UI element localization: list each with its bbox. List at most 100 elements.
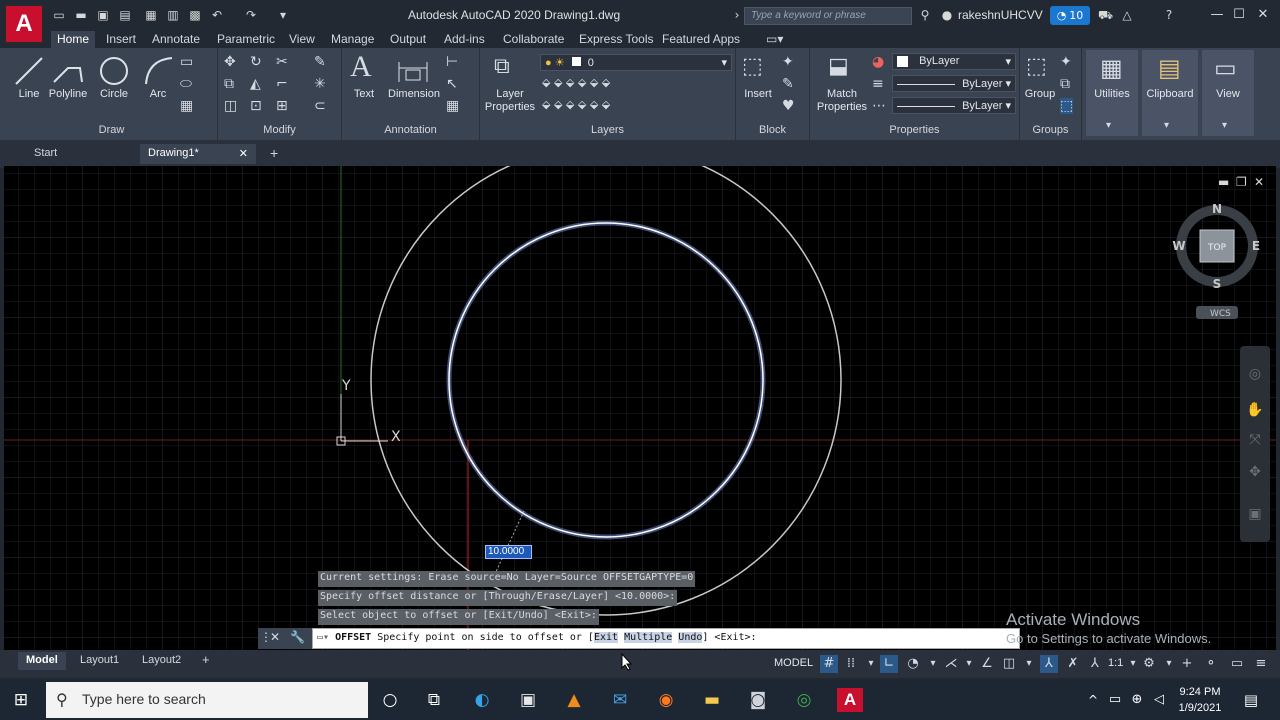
save-as-icon[interactable]: ▤ [118, 8, 132, 22]
edit-block-icon[interactable]: ✎ [782, 76, 794, 92]
layers-panel-title[interactable]: Layers [480, 124, 735, 136]
chevron-down-icon[interactable]: ▾ [1160, 655, 1178, 673]
firefox-icon[interactable]: ◉ [653, 688, 679, 712]
tab-parametric[interactable]: Parametric [211, 31, 281, 48]
layer-properties-icon[interactable]: ⧉ [494, 54, 510, 79]
block-panel-title[interactable]: Block [736, 124, 809, 136]
clean-screen-icon[interactable]: ▭ [1228, 655, 1246, 673]
autocad-taskbar-icon[interactable]: A [837, 688, 863, 712]
cart-icon[interactable]: ⛟ [1098, 8, 1113, 22]
ellipse-icon[interactable]: ⬭ [180, 76, 192, 92]
ortho-icon[interactable]: ∟ [880, 655, 898, 673]
binoculars-icon[interactable]: ⚲ [918, 8, 932, 22]
chevron-down-icon[interactable]: ▾ [960, 655, 978, 673]
modify-panel-title[interactable]: Modify [218, 124, 341, 136]
trim-icon[interactable]: ✂ [276, 54, 288, 70]
dimension-tool-icon[interactable] [396, 56, 430, 84]
minimize-icon[interactable]: — [1208, 6, 1226, 24]
tab-express-tools[interactable]: Express Tools [573, 31, 659, 48]
new-file-icon[interactable]: ▭ [52, 8, 66, 22]
task-view-icon[interactable]: ⧉ [421, 688, 447, 712]
chevron-down-icon[interactable]: ▾ [1020, 655, 1038, 673]
fillet-icon[interactable]: ⌐ [276, 76, 288, 92]
polyline-tool-icon[interactable] [50, 54, 86, 88]
arc-tool-icon[interactable] [142, 54, 174, 88]
maximize-icon[interactable]: ☐ [1230, 6, 1248, 24]
new-tab-plus-icon[interactable]: + [262, 144, 286, 164]
edge-icon[interactable]: ◐ [469, 688, 495, 712]
arc-label[interactable]: Arc [138, 88, 178, 100]
snap-icon[interactable]: ⁞⁞ [842, 655, 860, 673]
polar-tracking-icon[interactable]: ◔ [904, 655, 922, 673]
tab-home[interactable]: Home [51, 31, 96, 48]
layout1-tab[interactable]: Layout1 [72, 652, 127, 670]
help-search-input[interactable]: Type a keyword or phrase [744, 7, 912, 25]
add-layout-plus-icon[interactable]: + [194, 652, 218, 670]
option-undo[interactable]: Undo [678, 632, 703, 643]
annotation-scale-icon[interactable]: ⅄ [1086, 655, 1104, 673]
volume-icon[interactable]: ◁ [1146, 688, 1172, 712]
navigation-bar[interactable]: ◎ ✋ ⤧ ✥ ▣ [1240, 346, 1270, 542]
line-tool-icon[interactable] [12, 54, 46, 88]
model-space-toggle[interactable]: MODEL [774, 657, 813, 669]
linetype-dropdown[interactable]: ByLayer ▾ [892, 75, 1016, 92]
tab-view[interactable]: View [283, 31, 321, 48]
customization-menu-icon[interactable]: ≡ [1252, 655, 1270, 673]
ribbon-toggle-icon[interactable]: ▭▾ [760, 31, 789, 48]
rotate-icon[interactable]: ↻ [250, 54, 262, 70]
auto-scale-icon[interactable]: ✗ [1064, 655, 1082, 673]
mirror-icon[interactable]: ◭ [250, 76, 261, 92]
insert-block-icon[interactable]: ⬚ [742, 54, 763, 79]
text-label[interactable]: Text [346, 88, 382, 100]
notifications-icon[interactable]: ▤ [1238, 688, 1264, 712]
customize-wrench-icon[interactable]: 🔧 [290, 630, 305, 644]
units-icon[interactable]: ⚬ [1202, 655, 1220, 673]
vlc-icon[interactable]: ▲ [561, 688, 587, 712]
notification-badge[interactable]: ◔ 10 [1050, 6, 1090, 25]
print-icon[interactable]: ▥ [166, 8, 180, 22]
workspace-gear-icon[interactable]: ⚙ [1140, 655, 1158, 673]
group-select-icon[interactable]: ⬚ [1060, 98, 1074, 114]
text-tool-icon[interactable]: A [350, 50, 372, 84]
plot-icon[interactable]: ▦ [144, 8, 158, 22]
array-icon[interactable]: ⊞ [276, 98, 288, 114]
explode-icon[interactable]: ✳ [314, 76, 326, 92]
option-exit[interactable]: Exit [593, 632, 619, 643]
grid-icon[interactable]: # [820, 655, 838, 673]
taskbar-search-input[interactable]: ⚲ Type here to search [46, 682, 368, 718]
layer-tools-icons-2[interactable]: ⬙ ⬙ ⬙ ⬙ ⬙ ⬙ [542, 98, 610, 111]
store-icon[interactable]: ▣ [515, 688, 541, 712]
redo-icon[interactable]: ↷ [244, 8, 258, 22]
annotation-visibility-icon[interactable]: ⅄ [1040, 655, 1058, 673]
stretch-icon[interactable]: ◫ [224, 98, 237, 114]
circle-label[interactable]: Circle [94, 88, 134, 100]
linear-dim-icon[interactable]: ⊢ [446, 54, 458, 70]
user-account[interactable]: rakeshnUHCVV [958, 8, 1043, 22]
object-snap-tracking-icon[interactable]: ∠ [978, 655, 996, 673]
match-properties-icon[interactable]: ⬓ [828, 54, 849, 79]
tab-manage[interactable]: Manage [325, 31, 380, 48]
groups-panel-title[interactable]: Groups [1020, 124, 1081, 136]
copy-icon[interactable]: ⧉ [224, 76, 234, 92]
tab-add-ins[interactable]: Add-ins [438, 31, 491, 48]
open-folder-icon[interactable]: ▬ [74, 8, 88, 22]
mail-icon[interactable]: ✉ [607, 688, 633, 712]
chevron-down-icon[interactable]: ▾ [924, 655, 942, 673]
windows-start-icon[interactable]: ⊞ [8, 688, 34, 712]
polyline-label[interactable]: Polyline [46, 88, 90, 100]
close-command-icon[interactable]: ✕ [270, 630, 280, 644]
application-menu-button[interactable]: A [6, 6, 42, 42]
start-tab[interactable]: Start [26, 144, 65, 164]
match-properties-label[interactable]: Match Properties [812, 88, 872, 114]
hatch-icon[interactable]: ▦ [180, 98, 193, 114]
insert-label[interactable]: Insert [738, 88, 778, 100]
option-multiple[interactable]: Multiple [624, 632, 673, 643]
camera-icon[interactable]: ◙ [745, 688, 771, 712]
clipboard-button[interactable]: ▤ Clipboard ▾ [1142, 50, 1198, 136]
group-icon[interactable]: ⬚ [1026, 54, 1047, 79]
command-line-input[interactable]: ▭▾ OFFSET Specify point on side to offse… [312, 628, 1020, 649]
drawing-tab[interactable]: Drawing1* ✕ [140, 144, 256, 164]
circle-tool-icon[interactable] [98, 54, 130, 88]
properties-panel-title[interactable]: Properties [810, 124, 1019, 136]
chevron-down-icon[interactable]: ▾ [862, 655, 880, 673]
